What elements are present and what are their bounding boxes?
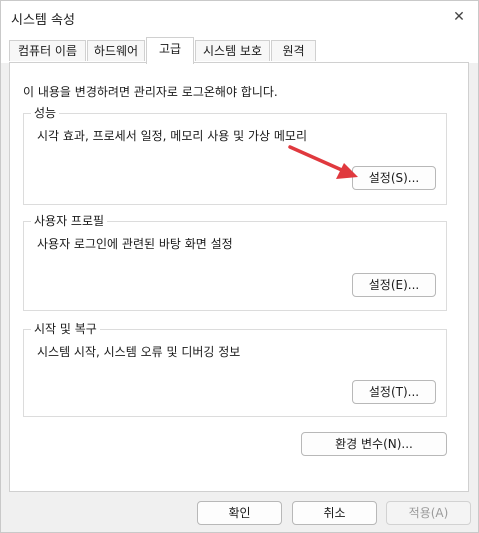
tab-system-protection[interactable]: 시스템 보호 (195, 40, 270, 61)
performance-group: 성능 시각 효과, 프로세서 일정, 메모리 사용 및 가상 메모리 설정(S)… (23, 106, 447, 205)
startup-recovery-description: 시스템 시작, 시스템 오류 및 디버깅 정보 (37, 345, 241, 359)
tab-strip: 컴퓨터 이름 하드웨어 고급 시스템 보호 원격 (1, 33, 478, 64)
system-properties-dialog: 시스템 속성 ✕ 컴퓨터 이름 하드웨어 고급 시스템 보호 원격 이 내용을 … (0, 0, 479, 533)
admin-note: 이 내용을 변경하려면 관리자로 로그온해야 합니다. (23, 85, 278, 99)
tab-computer-name[interactable]: 컴퓨터 이름 (9, 40, 86, 61)
close-button[interactable]: ✕ (440, 1, 478, 33)
apply-button[interactable]: 적용(A) (386, 501, 471, 525)
tab-advanced[interactable]: 고급 (146, 37, 194, 64)
title-bar: 시스템 속성 ✕ (1, 1, 478, 33)
user-profiles-description: 사용자 로그인에 관련된 바탕 화면 설정 (37, 237, 233, 251)
startup-recovery-group-title: 시작 및 복구 (31, 322, 100, 336)
startup-recovery-group: 시작 및 복구 시스템 시작, 시스템 오류 및 디버깅 정보 설정(T)... (23, 322, 447, 417)
user-profiles-group: 사용자 프로필 사용자 로그인에 관련된 바탕 화면 설정 설정(E)... (23, 214, 447, 311)
annotation-arrow-icon (288, 145, 358, 179)
performance-group-title: 성능 (31, 106, 60, 120)
user-profiles-settings-button[interactable]: 설정(E)... (352, 273, 436, 297)
startup-recovery-settings-button[interactable]: 설정(T)... (352, 380, 436, 404)
user-profiles-group-title: 사용자 프로필 (31, 214, 108, 228)
window-title: 시스템 속성 (11, 13, 75, 28)
environment-variables-button[interactable]: 환경 변수(N)... (301, 432, 447, 456)
performance-description: 시각 효과, 프로세서 일정, 메모리 사용 및 가상 메모리 (37, 129, 307, 143)
tab-hardware[interactable]: 하드웨어 (87, 40, 145, 61)
close-icon: ✕ (453, 9, 465, 25)
cancel-button[interactable]: 취소 (292, 501, 377, 525)
ok-button[interactable]: 확인 (197, 501, 282, 525)
tab-remote[interactable]: 원격 (271, 40, 316, 61)
